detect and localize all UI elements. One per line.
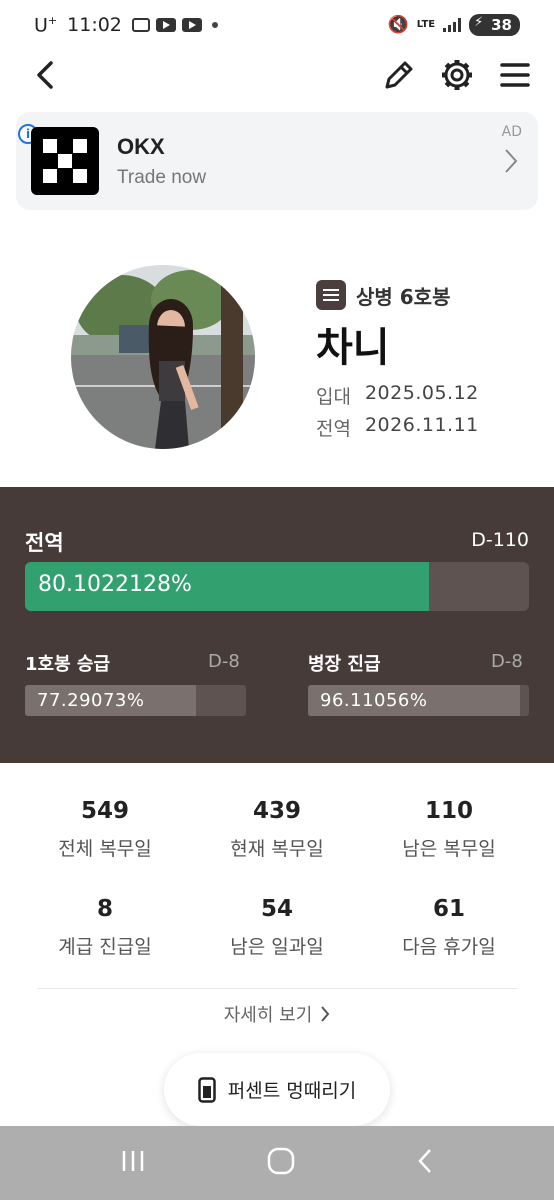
more-notifications-icon xyxy=(211,21,218,28)
youtube-icon xyxy=(155,17,176,32)
stat-served-days: 439 현재 복무일 xyxy=(230,798,324,860)
stat-next-leave: 61 다음 휴가일 xyxy=(402,896,496,958)
recent-apps-icon[interactable] xyxy=(120,1149,146,1177)
promotion-percent: 77.29073% xyxy=(37,690,145,711)
discharge-progress-title: 전역 xyxy=(25,531,64,555)
discharge-date-row: 전역 2026.11.11 xyxy=(316,414,479,440)
discharge-date: 2026.11.11 xyxy=(364,414,479,436)
ad-banner[interactable]: i OKX Trade now AD xyxy=(16,112,538,210)
promotion-progress-bar: 77.29073% xyxy=(25,685,246,716)
rankup-progress-bar: 96.11056% xyxy=(308,685,529,716)
discharge-percent: 80.1022128% xyxy=(38,572,192,597)
okx-logo xyxy=(31,127,99,195)
rankup-title: 병장 진급 xyxy=(308,654,381,675)
signal-icon xyxy=(443,18,462,32)
rank-label: 상병 6호봉 xyxy=(356,284,451,309)
system-nav-bar xyxy=(0,1126,554,1200)
home-icon[interactable] xyxy=(267,1147,295,1179)
promotion-title: 1호봉 승급 xyxy=(25,654,111,675)
enlist-date: 2025.05.12 xyxy=(364,382,479,404)
back-arrow-icon[interactable] xyxy=(28,58,62,92)
mute-icon: 🔇 xyxy=(387,15,409,35)
divider xyxy=(37,988,517,989)
profile-photo[interactable] xyxy=(71,265,255,449)
chevron-right-icon[interactable] xyxy=(504,148,518,178)
promotion-dday: D-8 xyxy=(208,651,240,672)
network-type: LTE xyxy=(416,19,436,30)
rank-row: 상병 6호봉 xyxy=(316,280,450,310)
app-header xyxy=(0,52,554,98)
progress-panel: 전역 D-110 80.1022128% 1호봉 승급 D-8 77.29073… xyxy=(0,487,554,763)
chevron-right-icon xyxy=(321,1006,330,1022)
ad-label: AD xyxy=(501,124,522,140)
rank-insignia-icon xyxy=(316,280,346,310)
rankup-dday: D-8 xyxy=(491,651,523,672)
ad-title: OKX xyxy=(117,134,165,159)
status-bar: U+ 11:02 🔇 LTE 38 xyxy=(0,0,554,50)
enlist-date-row: 입대 2025.05.12 xyxy=(316,382,479,408)
screenshot-icon xyxy=(131,17,150,32)
gear-icon[interactable] xyxy=(440,58,474,92)
percent-idle-button[interactable]: 퍼센트 멍때리기 xyxy=(164,1053,390,1126)
discharge-progress-bar: 80.1022128% xyxy=(25,562,529,611)
menu-icon[interactable] xyxy=(498,58,532,92)
rankup-percent: 96.11056% xyxy=(320,690,428,711)
stat-remaining-days: 110 남은 복무일 xyxy=(402,798,496,860)
carrier: U+ xyxy=(34,13,58,37)
stat-total-days: 549 전체 복무일 xyxy=(58,798,152,860)
phone-icon xyxy=(198,1076,216,1103)
clock: 11:02 xyxy=(67,13,122,36)
view-details-link[interactable]: 자세히 보기 xyxy=(0,1001,554,1027)
pencil-icon[interactable] xyxy=(382,58,416,92)
back-nav-icon[interactable] xyxy=(416,1147,434,1179)
ad-subtitle: Trade now xyxy=(117,167,207,188)
stat-promotion-days: 8 계급 진급일 xyxy=(58,896,152,958)
user-name: 차니 xyxy=(316,325,390,371)
battery-indicator: 38 xyxy=(469,14,520,36)
stat-workdays-left: 54 남은 일과일 xyxy=(230,896,324,958)
youtube-icon xyxy=(181,17,202,32)
discharge-dday: D-110 xyxy=(471,529,529,551)
